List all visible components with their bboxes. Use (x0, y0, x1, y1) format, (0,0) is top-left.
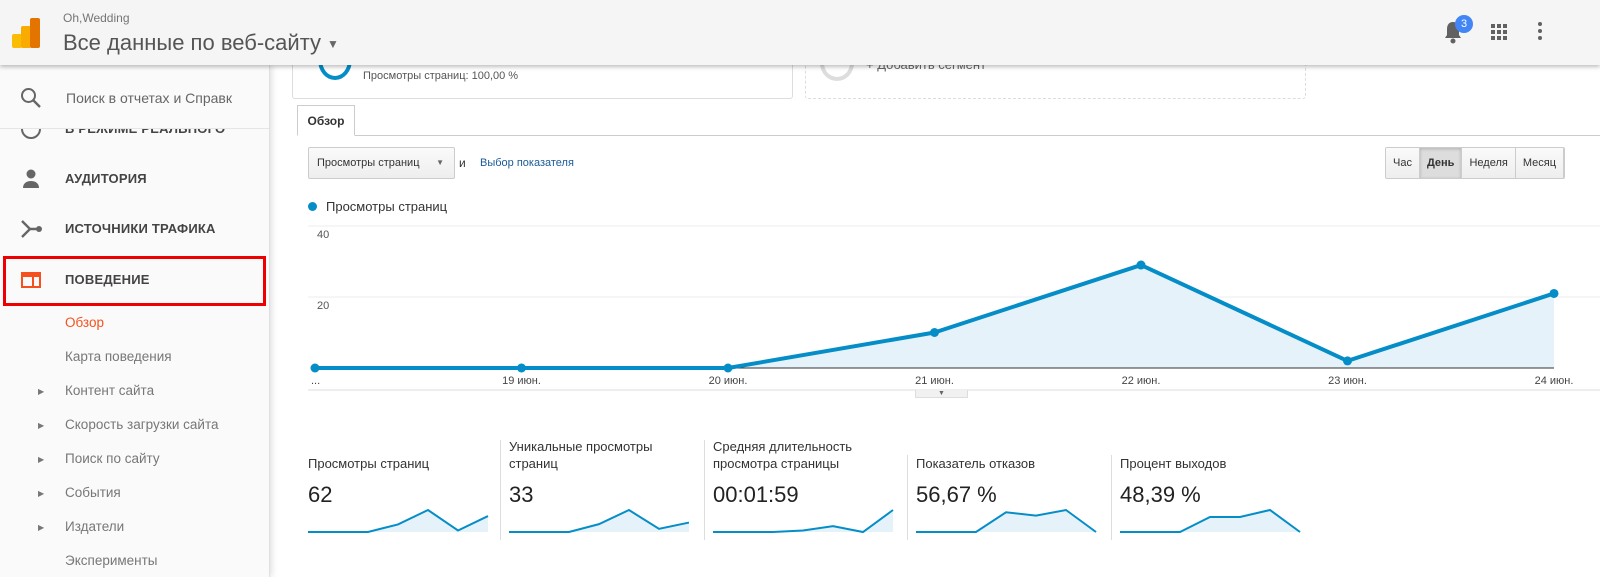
x-tick-label: 21 июн. (915, 375, 954, 387)
notification-badge: 3 (1455, 15, 1473, 33)
property-name: Все данные по веб-сайту (63, 30, 322, 55)
subitem-publisher[interactable]: Издатели (65, 519, 124, 534)
sparkline (509, 508, 690, 533)
expand-arrow-icon[interactable]: ▶ (38, 421, 44, 430)
scorecard-label: Показатель отказов (916, 456, 1036, 471)
account-name: Oh,Wedding (63, 11, 130, 25)
sparkline (916, 508, 1097, 533)
x-tick-label: 19 июн. (502, 375, 541, 387)
scorecard-label: Уникальные просмотры страниц (509, 439, 653, 471)
x-tick-label: 24 июн. (1535, 375, 1574, 387)
y-tick-label: 40 (317, 229, 329, 241)
subitem-experiments[interactable]: Эксперименты (65, 553, 158, 568)
data-point (517, 363, 526, 373)
scorecard-label: Процент выходов (1120, 456, 1227, 471)
subitem-events[interactable]: События (65, 485, 121, 500)
scorecard[interactable]: Уникальные просмотры страниц 33 (500, 439, 703, 540)
expand-arrow-icon[interactable]: ▶ (38, 523, 44, 532)
scorecard[interactable]: Средняя длительность просмотра страницы 0… (704, 439, 907, 540)
analytics-logo (12, 18, 40, 48)
tab-overview[interactable]: Обзор (297, 105, 355, 136)
expand-arrow-icon[interactable]: ▶ (38, 455, 44, 464)
property-selector[interactable]: Все данные по веб-сайту ▼ (63, 30, 339, 56)
report-search[interactable]: Поиск в отчетах и Справк (0, 65, 269, 129)
more-vert-icon[interactable] (1538, 22, 1542, 40)
x-tick-label: ... (311, 375, 320, 387)
scorecard-label: Средняя длительность просмотра страницы (713, 439, 853, 471)
data-point (723, 363, 733, 373)
top-bar: Oh,Wedding Все данные по веб-сайту ▼ 3 (0, 0, 1600, 65)
x-tick-label: 23 июн. (1328, 375, 1367, 387)
sparkline-line (713, 509, 894, 534)
x-tick-label: 22 июн. (1122, 375, 1161, 387)
search-icon (21, 88, 41, 108)
data-point (1136, 260, 1146, 270)
scorecard[interactable]: Просмотры страниц 62 (300, 455, 503, 540)
data-point (1549, 288, 1559, 298)
sparkline (1120, 508, 1301, 533)
scorecard-label: Просмотры страниц (308, 456, 430, 471)
data-point (1343, 356, 1352, 366)
data-point (930, 328, 939, 337)
subitem-site-search[interactable]: Поиск по сайту (65, 451, 160, 466)
y-tick-label: 20 (317, 300, 329, 312)
x-tick-label: 20 июн. (709, 375, 748, 387)
caret-down-icon: ▼ (327, 37, 339, 52)
sparkline (713, 509, 894, 534)
expand-arrow-icon[interactable]: ▶ (38, 489, 44, 498)
scorecard[interactable]: Процент выходов 48,39 % (1111, 455, 1314, 540)
chart-collapse-toggle[interactable]: ▼ (915, 390, 968, 398)
search-input[interactable]: Поиск в отчетах и Справк (66, 90, 232, 106)
apps-grid-icon[interactable] (1491, 24, 1507, 40)
sparkline (308, 508, 489, 533)
subitem-site-speed[interactable]: Скорость загрузки сайта (65, 417, 219, 432)
data-point (310, 363, 320, 373)
scorecard[interactable]: Показатель отказов 56,67 % (907, 455, 1110, 540)
